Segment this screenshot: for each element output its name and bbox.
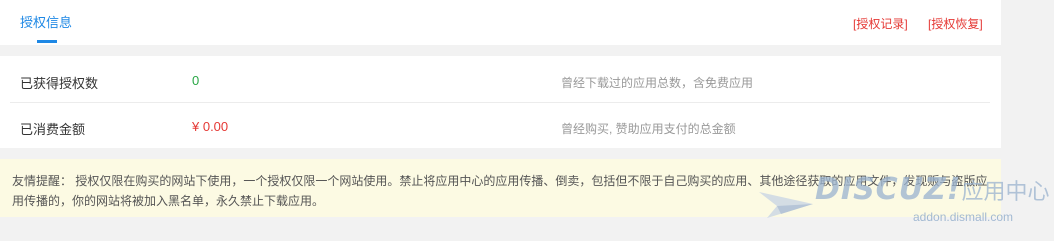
row-authorization-count: 已获得授权数 0 曾经下载过的应用总数，含免费应用 xyxy=(0,56,1001,102)
authorization-records-link[interactable]: [授权记录] xyxy=(853,15,908,32)
authorization-count-value: 0 xyxy=(192,73,200,88)
spent-amount-label: 已消费金额 xyxy=(20,122,86,137)
discuz-logo: DISCUZ!应用中心 xyxy=(815,172,1050,207)
authorization-summary: 已获得授权数 0 曾经下载过的应用总数，含免费应用 已消费金额 ¥ 0.00 曾… xyxy=(0,56,1001,148)
spent-amount-desc: 曾经购买, 赞助应用支付的总金额 xyxy=(561,122,736,136)
tabs-bar: 授权信息 [授权记录] [授权恢复] xyxy=(0,0,1001,45)
discuz-watermark: DISCUZ!应用中心 addon.dismall.com xyxy=(757,168,1050,238)
row-spent-amount: 已消费金额 ¥ 0.00 曾经购买, 赞助应用支付的总金额 xyxy=(0,102,1001,148)
tab-active-indicator xyxy=(37,40,57,43)
spent-amount-value: ¥ 0.00 xyxy=(192,119,229,134)
paper-plane-icon xyxy=(759,192,813,218)
tab-authorization-info[interactable]: 授权信息 xyxy=(20,12,72,31)
authorization-count-desc: 曾经下载过的应用总数，含免费应用 xyxy=(561,76,754,90)
watermark-domain: addon.dismall.com xyxy=(913,210,1014,224)
authorization-restore-link[interactable]: [授权恢复] xyxy=(928,15,983,32)
authorization-count-label: 已获得授权数 xyxy=(20,76,99,91)
